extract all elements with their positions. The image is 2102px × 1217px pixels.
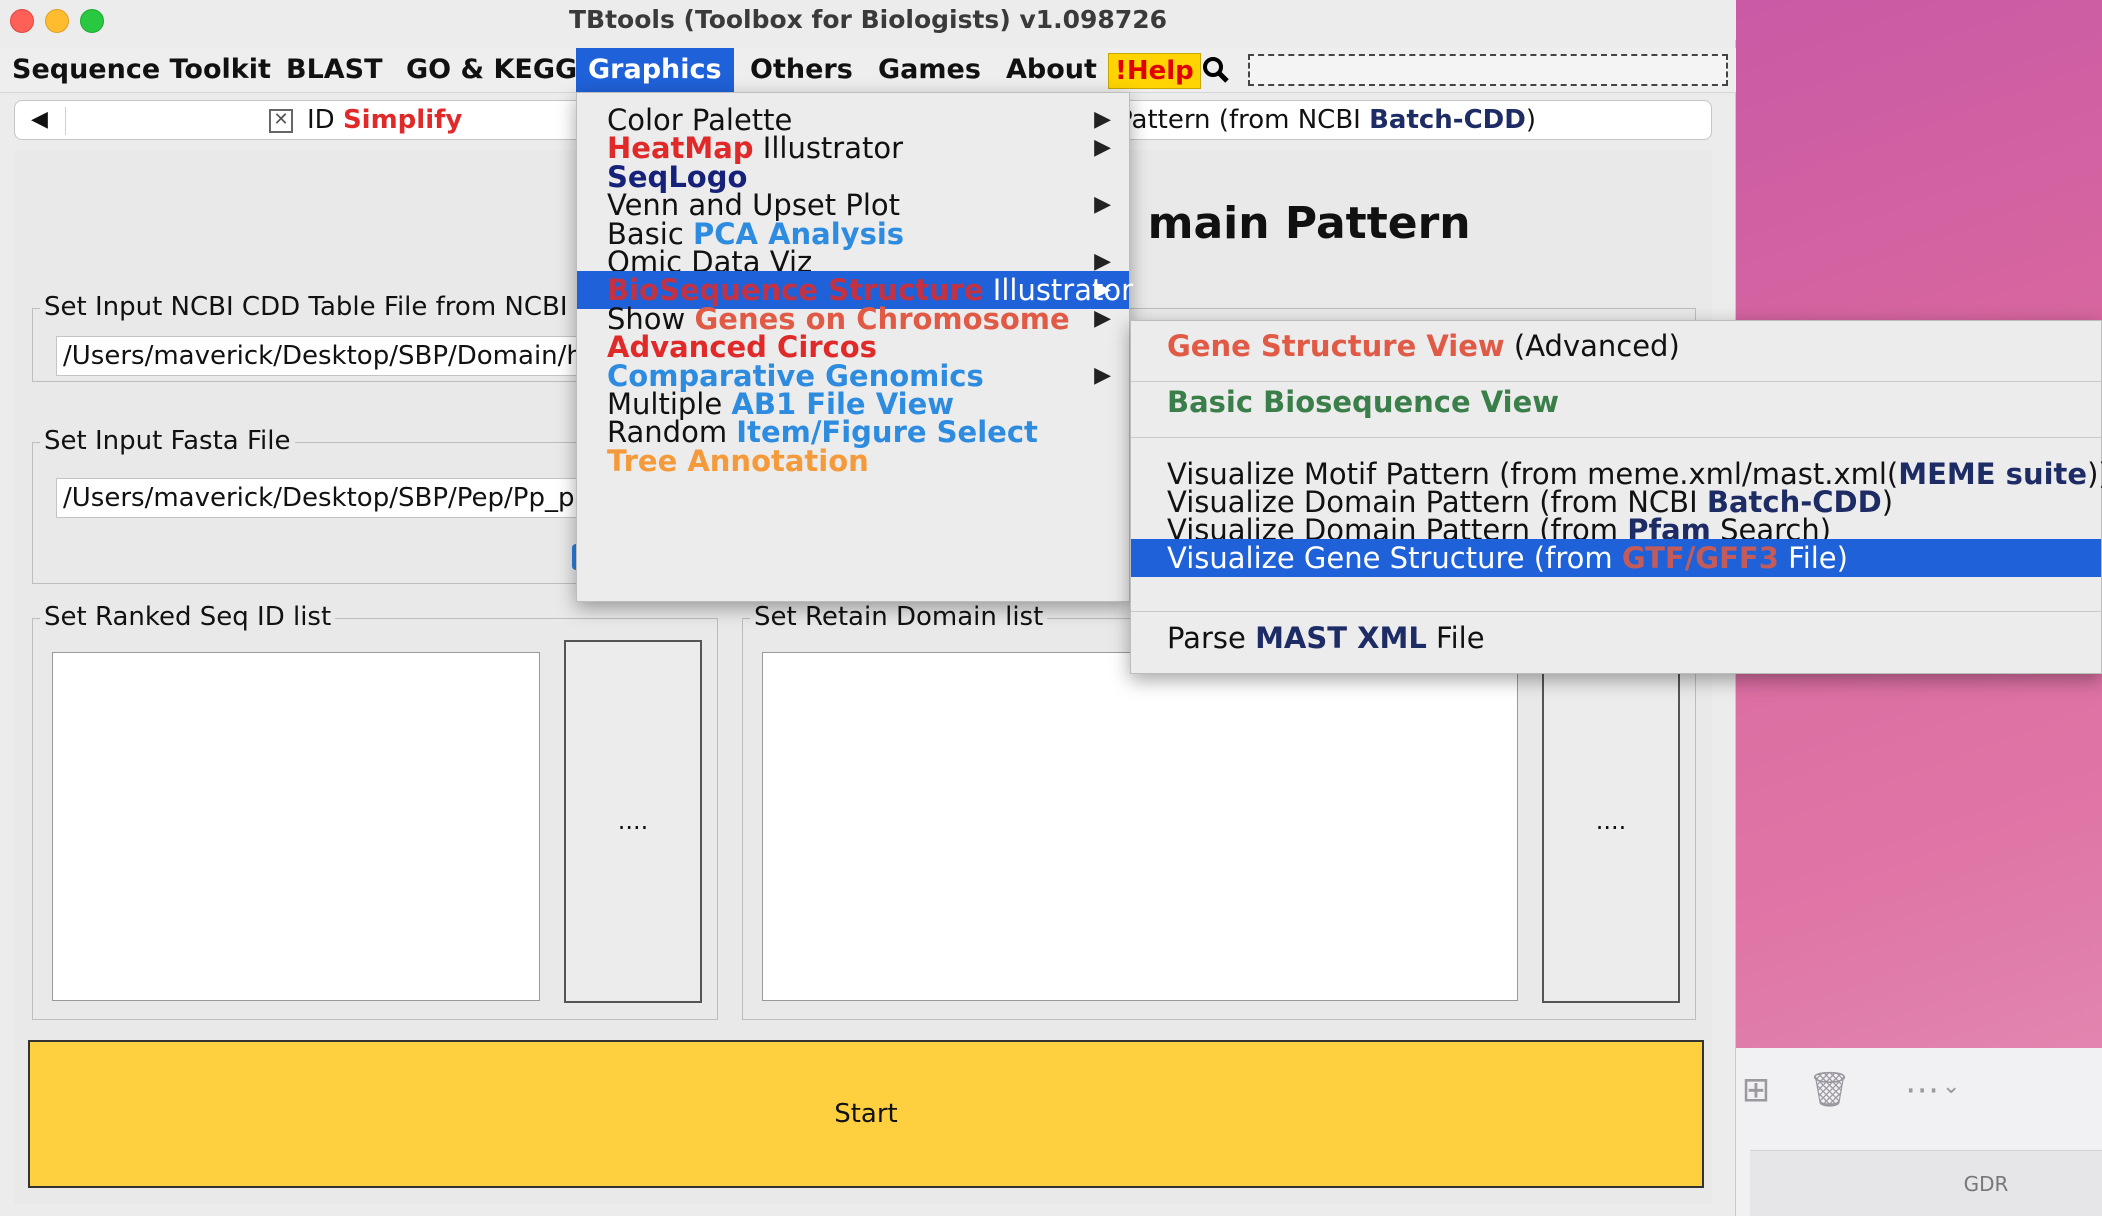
tab-divider xyxy=(65,107,66,135)
biosequence-submenu-item-visualize-gene-structure-from-gtf-gff3-file[interactable]: Visualize Gene Structure (from GTF/GFF3 … xyxy=(1131,539,2101,577)
chevron-down-icon[interactable]: ⌄ xyxy=(1942,1074,1960,1099)
title-bar: TBtools (Toolbox for Biologists) v1.0987… xyxy=(0,0,1736,40)
tab-back-arrow[interactable]: ◀ xyxy=(31,101,48,139)
sidebar-item-gdr[interactable]: GDR xyxy=(1750,1150,2102,1216)
menu-blast[interactable]: BLAST xyxy=(274,48,395,92)
ranked-seq-id-list[interactable] xyxy=(52,652,540,1001)
menu-go-kegg[interactable]: GO & KEGG xyxy=(394,48,589,92)
new-folder-icon[interactable]: ⊞ xyxy=(1736,1070,1776,1110)
retain-domain-list[interactable] xyxy=(762,652,1518,1001)
start-button[interactable]: Start xyxy=(28,1040,1704,1188)
trash-icon[interactable]: 🗑 xyxy=(1808,1070,1851,1110)
menu-item-text: Tree Annotation xyxy=(607,443,869,478)
tab-close-icon[interactable]: ✕ xyxy=(269,109,293,133)
menu-help[interactable]: !Help xyxy=(1108,53,1201,89)
menu-separator xyxy=(1131,437,2102,438)
tab-label: Pattern (from NCBI xyxy=(1117,105,1370,135)
menu-games[interactable]: Games xyxy=(866,48,993,92)
tab-label-highlight: Simplify xyxy=(342,105,463,135)
more-options-icon[interactable]: ⋯ xyxy=(1902,1070,1942,1110)
retain-list-browse-button[interactable]: .... xyxy=(1542,640,1680,1003)
menu-graphics[interactable]: Graphics xyxy=(576,48,734,92)
tab-label: ID xyxy=(307,105,343,135)
menu-about[interactable]: About xyxy=(994,48,1109,92)
ranked-list-label: Set Ranked Seq ID list xyxy=(40,602,336,632)
menu-item-text: GTF/GFF3 xyxy=(1621,541,1779,575)
graphics-menu-item-tree-annotation[interactable]: Tree Annotation xyxy=(577,442,1129,480)
page-title-visible: main Pattern xyxy=(1147,198,1471,249)
menu-item-text: Gene Structure View xyxy=(1167,329,1505,363)
search-icon[interactable] xyxy=(1200,54,1232,86)
menu-item-text: File xyxy=(1426,621,1485,655)
menu-sequence-toolkit[interactable]: Sequence Toolkit xyxy=(0,48,283,92)
tab-label-highlight: Batch-CDD xyxy=(1369,105,1526,135)
biosequence-submenu-item-parse-mast-xml-file[interactable]: Parse MAST XML File xyxy=(1131,619,2101,657)
cdd-group-label: Set Input NCBI CDD Table File from NCBI … xyxy=(40,292,598,322)
menu-item-text: MAST XML xyxy=(1255,621,1427,655)
tab-id-simplify[interactable]: ID Simplify xyxy=(307,101,462,139)
menu-others[interactable]: Others xyxy=(738,48,865,92)
tab-visualize-domain-pattern[interactable]: Pattern (from NCBI Batch-CDD) xyxy=(1117,101,1536,139)
biosequence-submenu: Gene Structure View (Advanced) Basic Bios… xyxy=(1130,320,2102,674)
fasta-group-label: Set Input Fasta File xyxy=(40,426,295,456)
biosequence-submenu-item-basic-biosequence-view[interactable]: Basic Biosequence View xyxy=(1131,383,2101,421)
menu-separator xyxy=(1131,381,2102,382)
graphics-menu: Color Palette ▶ HeatMap Illustrator ▶ SeqLog… xyxy=(576,92,1133,602)
menu-item-text: (Advanced) xyxy=(1504,329,1680,363)
search-input[interactable] xyxy=(1248,54,1728,86)
menu-item-text: Visualize Gene Structure (from xyxy=(1167,541,1622,575)
menu-bar: Sequence Toolkit BLAST GO & KEGG Graphic… xyxy=(0,48,1736,93)
menu-item-text: Basic Biosequence View xyxy=(1167,385,1560,419)
menu-item-text: File) xyxy=(1778,541,1848,575)
ranked-list-browse-button[interactable]: .... xyxy=(564,640,702,1003)
tab-label-suffix: ) xyxy=(1525,105,1536,135)
biosequence-submenu-item-gene-structure-view-advanced[interactable]: Gene Structure View (Advanced) xyxy=(1131,327,2101,365)
window-title: TBtools (Toolbox for Biologists) v1.0987… xyxy=(568,5,1168,34)
menu-separator xyxy=(1131,611,2102,612)
retain-list-label: Set Retain Domain list xyxy=(750,602,1048,632)
menu-item-text: Parse xyxy=(1167,621,1256,655)
